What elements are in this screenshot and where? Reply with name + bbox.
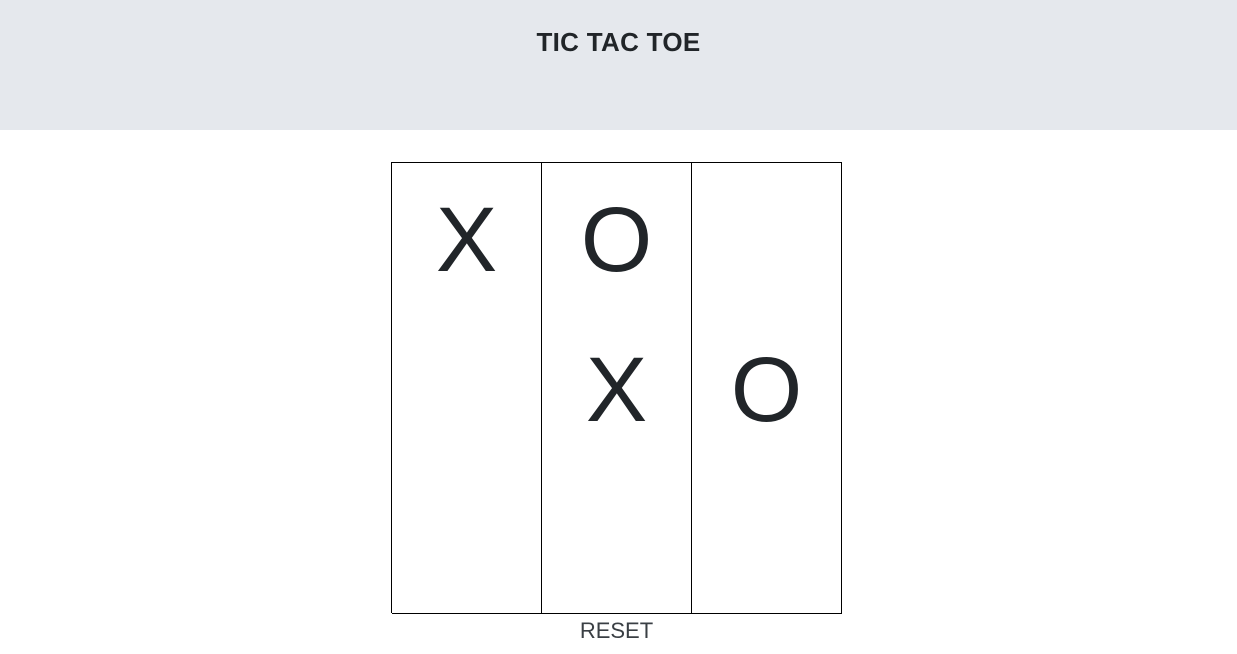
header-bar: TIC TAC TOE (0, 0, 1237, 130)
board-cell-9[interactable] (692, 463, 842, 614)
board-cell-8[interactable] (542, 463, 692, 614)
game-board: X O X O (391, 162, 842, 614)
board-cell-6[interactable]: O (692, 313, 842, 464)
board-cell-7[interactable] (392, 463, 542, 614)
reset-container: RESET (391, 617, 842, 645)
board-cell-4[interactable] (392, 313, 542, 464)
board-cell-3[interactable] (692, 163, 842, 314)
game-board-container: X O X O (391, 162, 842, 614)
reset-button[interactable]: RESET (580, 617, 653, 645)
board-cell-1[interactable]: X (392, 163, 542, 314)
page-title: TIC TAC TOE (536, 27, 701, 57)
board-cell-5[interactable]: X (542, 313, 692, 464)
board-cell-2[interactable]: O (542, 163, 692, 314)
